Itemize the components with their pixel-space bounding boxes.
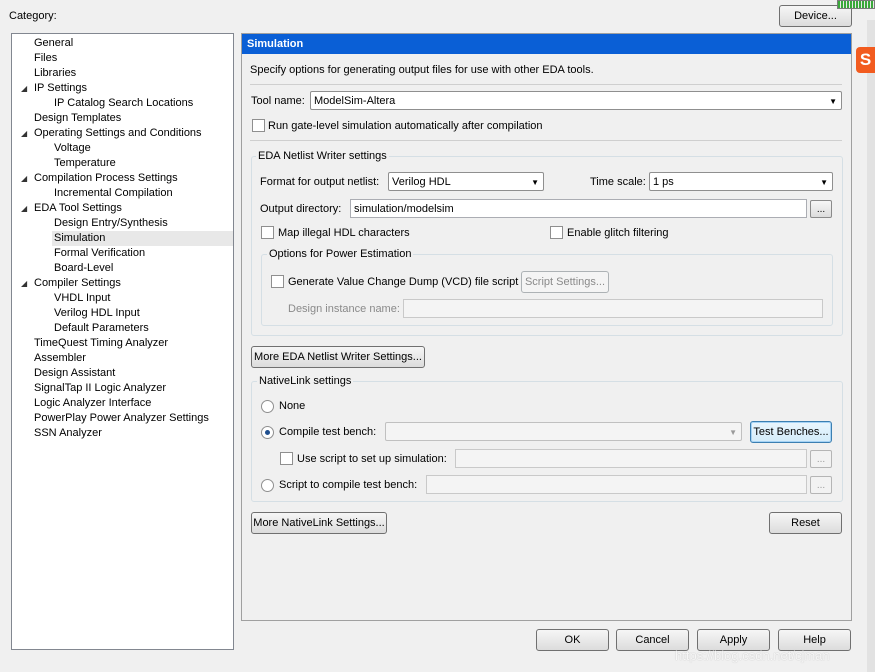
output-dir-input[interactable]: simulation/modelsim <box>350 199 807 218</box>
tree-item[interactable]: Assembler <box>32 351 86 366</box>
power-estimation-group-title: Options for Power Estimation <box>267 248 414 260</box>
expand-toggle-icon[interactable]: ◢ <box>21 279 27 288</box>
use-script-label: Use script to set up simulation: <box>297 453 447 465</box>
tree-item[interactable]: Files <box>32 51 57 66</box>
output-dir-value: simulation/modelsim <box>354 202 454 215</box>
tree-item[interactable]: IP Settings <box>32 81 87 96</box>
tree-item[interactable]: Simulation <box>52 231 233 246</box>
ok-button[interactable]: OK <box>536 629 609 651</box>
run-gate-level-label: Run gate-level simulation automatically … <box>268 120 543 132</box>
format-combo[interactable]: Verilog HDL ▼ <box>388 172 544 191</box>
netlist-writer-group-title: EDA Netlist Writer settings <box>256 150 389 162</box>
tree-item[interactable]: Verilog HDL Input <box>52 306 140 321</box>
panel-title-bar: Simulation <box>242 34 851 54</box>
tree-item[interactable]: Incremental Compilation <box>52 186 173 201</box>
chevron-down-icon: ▼ <box>829 97 837 106</box>
script-compile-label: Script to compile test bench: <box>279 479 418 491</box>
tool-name-value: ModelSim-Altera <box>314 94 396 107</box>
expand-toggle-icon[interactable]: ◢ <box>21 174 27 183</box>
category-label: Category: <box>9 10 57 22</box>
category-tree[interactable]: General Files Libraries ◢ IP Settings IP Cata… <box>11 33 234 650</box>
expand-toggle-icon[interactable]: ◢ <box>21 84 27 93</box>
use-script-checkbox[interactable] <box>280 452 293 465</box>
tree-item[interactable]: General <box>32 36 73 51</box>
tree-item[interactable]: Libraries <box>32 66 76 81</box>
expand-toggle-icon[interactable]: ◢ <box>21 129 27 138</box>
use-script-input[interactable] <box>455 449 807 468</box>
panel-description: Specify options for generating output fi… <box>250 64 594 76</box>
tree-item[interactable]: TimeQuest Timing Analyzer <box>32 336 168 351</box>
tree-item[interactable]: VHDL Input <box>52 291 110 306</box>
script-settings-button[interactable]: Script Settings... <box>521 271 609 293</box>
output-dir-browse-button[interactable]: ... <box>810 200 832 218</box>
vcd-checkbox[interactable] <box>271 275 284 288</box>
format-label: Format for output netlist: <box>260 176 380 188</box>
tree-item[interactable]: Logic Analyzer Interface <box>32 396 151 411</box>
tree-item[interactable]: Operating Settings and Conditions <box>32 126 202 141</box>
reset-button[interactable]: Reset <box>769 512 842 534</box>
tree-item[interactable]: Default Parameters <box>52 321 149 336</box>
chevron-down-icon: ▼ <box>820 178 828 187</box>
divider <box>250 84 842 85</box>
tree-item[interactable]: Temperature <box>52 156 116 171</box>
tree-item[interactable]: SignalTap II Logic Analyzer <box>32 381 166 396</box>
tool-name-label: Tool name: <box>251 95 305 107</box>
tool-name-combo[interactable]: ModelSim-Altera ▼ <box>310 91 842 110</box>
time-scale-value: 1 ps <box>653 175 674 188</box>
test-benches-button[interactable]: Test Benches... <box>750 421 832 443</box>
chevron-down-icon: ▼ <box>531 178 539 187</box>
divider <box>250 140 842 141</box>
tree-item[interactable]: IP Catalog Search Locations <box>52 96 193 111</box>
tree-item[interactable]: Design Entry/Synthesis <box>52 216 168 231</box>
tree-item[interactable]: Voltage <box>52 141 91 156</box>
design-instance-label: Design instance name: <box>288 303 400 315</box>
map-illegal-label: Map illegal HDL characters <box>278 227 410 239</box>
tree-item[interactable]: EDA Tool Settings <box>32 201 122 216</box>
chevron-down-icon: ▼ <box>729 428 737 437</box>
design-instance-input[interactable] <box>403 299 823 318</box>
panel-title: Simulation <box>247 38 304 50</box>
tree-item[interactable]: Compiler Settings <box>32 276 121 291</box>
right-edge-strip <box>867 20 875 672</box>
tree-item[interactable]: Board-Level <box>52 261 113 276</box>
compile-test-bench-combo[interactable]: ▼ <box>385 422 742 441</box>
tree-item[interactable]: SSN Analyzer <box>32 426 102 441</box>
vcd-label: Generate Value Change Dump (VCD) file sc… <box>288 276 519 288</box>
time-scale-combo[interactable]: 1 ps ▼ <box>649 172 833 191</box>
glitch-filtering-checkbox[interactable] <box>550 226 563 239</box>
nativelink-group-title: NativeLink settings <box>257 375 354 387</box>
none-label: None <box>279 400 306 412</box>
compile-test-bench-label: Compile test bench: <box>279 426 377 438</box>
expand-toggle-icon[interactable]: ◢ <box>21 204 27 213</box>
none-radio[interactable] <box>261 400 274 413</box>
compile-test-bench-radio[interactable] <box>261 426 274 439</box>
tree-item[interactable]: Design Templates <box>32 111 121 126</box>
watermark: https://blog.csdn.net/cjman <box>675 648 830 663</box>
tree-item[interactable]: Formal Verification <box>52 246 145 261</box>
tree-item[interactable]: Design Assistant <box>32 366 115 381</box>
tree-item[interactable]: PowerPlay Power Analyzer Settings <box>32 411 209 426</box>
run-gate-level-checkbox[interactable] <box>252 119 265 132</box>
output-dir-label: Output directory: <box>260 203 342 215</box>
glitch-filtering-label: Enable glitch filtering <box>567 227 669 239</box>
more-netlist-settings-button[interactable]: More EDA Netlist Writer Settings... <box>251 346 425 368</box>
format-value: Verilog HDL <box>392 175 451 188</box>
use-script-browse-button[interactable]: ... <box>810 450 832 468</box>
tree-item[interactable]: Compilation Process Settings <box>32 171 178 186</box>
progress-indicator-icon <box>837 0 875 9</box>
script-compile-input[interactable] <box>426 475 807 494</box>
script-compile-radio[interactable] <box>261 479 274 492</box>
time-scale-label: Time scale: <box>590 176 646 188</box>
map-illegal-checkbox[interactable] <box>261 226 274 239</box>
more-nativelink-settings-button[interactable]: More NativeLink Settings... <box>251 512 387 534</box>
script-compile-browse-button[interactable]: ... <box>810 476 832 494</box>
sogou-logo-icon: S <box>856 47 875 73</box>
